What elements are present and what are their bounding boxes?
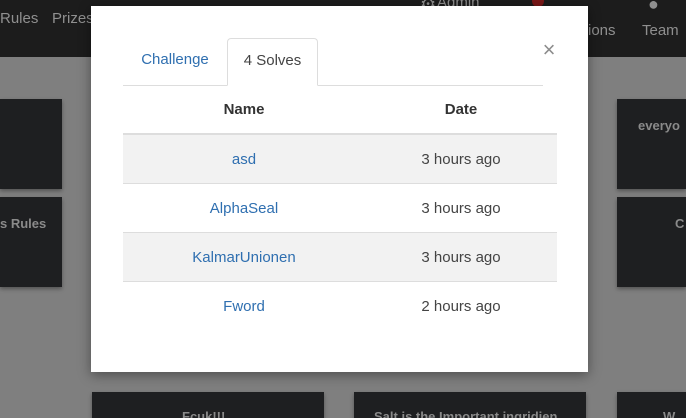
solve-date: 3 hours ago: [365, 133, 557, 184]
table-row: KalmarUnionen 3 hours ago: [123, 232, 557, 282]
solves-table: Name Date asd 3 hours ago AlphaSeal 3 ho…: [123, 86, 557, 330]
tab-solves[interactable]: 4 Solves: [227, 38, 318, 86]
team-link[interactable]: KalmarUnionen: [192, 249, 295, 266]
team-cell: asd: [123, 133, 365, 184]
solves-modal: × Challenge 4 Solves Name Date asd 3 hou…: [91, 6, 588, 372]
solve-date: 3 hours ago: [365, 183, 557, 233]
solve-date: 3 hours ago: [365, 232, 557, 282]
table-row: asd 3 hours ago: [123, 133, 557, 184]
modal-tabs: Challenge 4 Solves: [123, 38, 543, 86]
solve-date: 2 hours ago: [365, 281, 557, 330]
column-header-date: Date: [365, 86, 557, 135]
column-header-name: Name: [123, 86, 365, 135]
tab-challenge[interactable]: Challenge: [123, 38, 227, 85]
team-cell: Fword: [123, 281, 365, 330]
team-link[interactable]: Fword: [223, 298, 265, 315]
table-header-row: Name Date: [123, 86, 557, 135]
team-link[interactable]: asd: [232, 151, 256, 168]
table-row: Fword 2 hours ago: [123, 281, 557, 330]
team-cell: KalmarUnionen: [123, 232, 365, 282]
table-row: AlphaSeal 3 hours ago: [123, 183, 557, 233]
team-cell: AlphaSeal: [123, 183, 365, 233]
team-link[interactable]: AlphaSeal: [210, 200, 278, 217]
